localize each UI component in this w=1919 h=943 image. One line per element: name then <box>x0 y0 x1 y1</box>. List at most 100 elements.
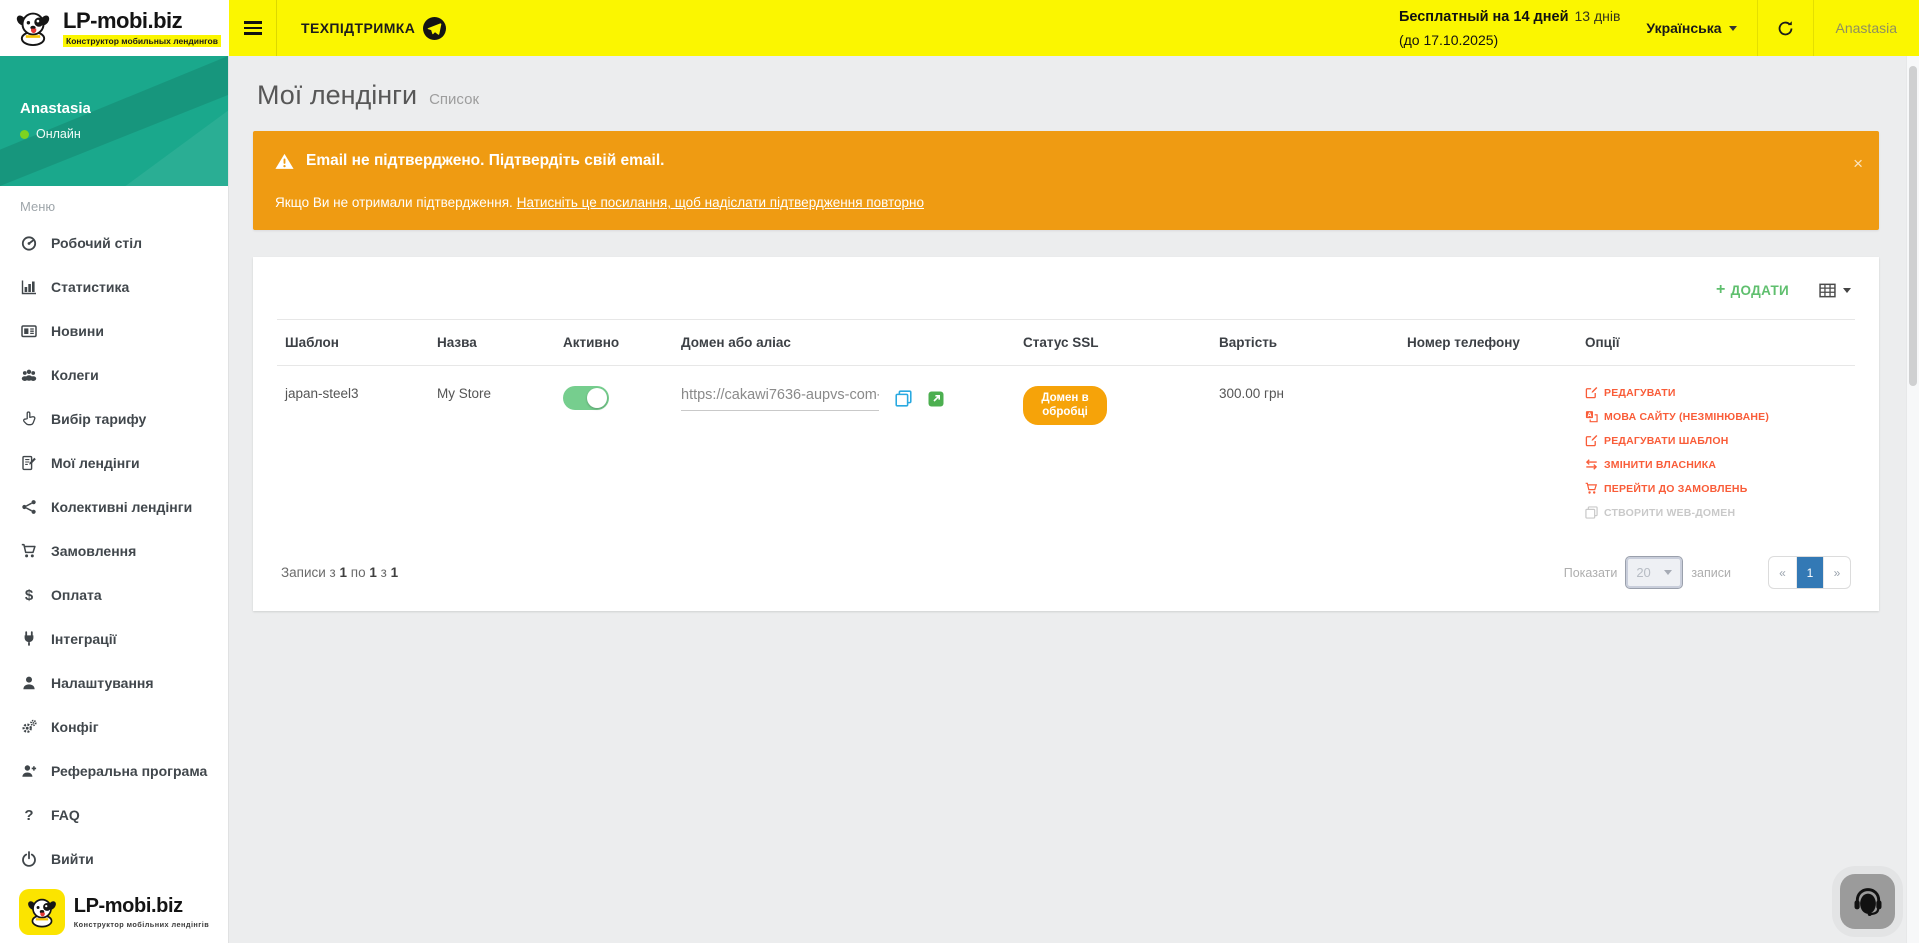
edit-icon <box>1585 434 1598 447</box>
col-ssl-status: Статус SSL <box>1015 320 1211 366</box>
page-size-select[interactable]: 20 <box>1626 557 1682 588</box>
add-landing-button[interactable]: + ДОДАТИ <box>1716 281 1789 299</box>
share-icon <box>20 499 38 515</box>
header-yellow-bar: ТЕХПІДТРИМКА Бесплатный на 14 дней13 дні… <box>229 0 1919 56</box>
sidebar-item-settings[interactable]: Налаштування <box>0 661 228 705</box>
sidebar-item-news[interactable]: Новини <box>0 309 228 353</box>
option-go-to-orders[interactable]: ПЕРЕЙТИ ДО ЗАМОВЛЕНЬ <box>1585 482 1847 495</box>
cell-phone <box>1399 366 1577 541</box>
sidebar-item-integrations[interactable]: Інтеграції <box>0 617 228 661</box>
sidebar-item-label: Мої лендінги <box>51 455 140 471</box>
gears-icon <box>20 719 38 735</box>
brand-texts: LP-mobi.biz Конструктор мобильных лендин… <box>63 10 221 47</box>
ssl-status-badge: Домен в обробці <box>1023 386 1107 425</box>
sidebar-item-faq[interactable]: ? FAQ <box>0 793 228 837</box>
copy-domain-button[interactable] <box>895 390 912 407</box>
support-chat-button[interactable] <box>1840 874 1895 929</box>
columns-visibility-dropdown[interactable] <box>1819 282 1851 299</box>
chevron-down-icon <box>1729 26 1737 31</box>
prev-page-button[interactable]: « <box>1769 557 1796 588</box>
open-landing-button[interactable] <box>928 391 944 407</box>
sidebar-item-payment[interactable]: $ Оплата <box>0 573 228 617</box>
power-icon <box>20 851 38 867</box>
edit-icon <box>1585 386 1598 399</box>
sidebar-item-label: FAQ <box>51 807 80 823</box>
sidebar-item-logout[interactable]: Вийти <box>0 837 228 881</box>
sidebar-item-referral[interactable]: Реферальна програма <box>0 749 228 793</box>
option-edit-template[interactable]: РЕДАГУВАТИ ШАБЛОН <box>1585 434 1847 447</box>
online-status-label: Онлайн <box>36 127 81 141</box>
chevron-down-icon <box>1664 570 1672 575</box>
sidebar-item-colleagues[interactable]: Колеги <box>0 353 228 397</box>
language-label: Українська <box>1646 20 1721 36</box>
external-link-icon <box>928 391 944 407</box>
plug-icon <box>20 631 38 647</box>
tech-support-button[interactable]: ТЕХПІДТРИМКА <box>301 17 446 40</box>
chevron-down-icon <box>1843 288 1851 293</box>
sidebar-item-label: Колективні лендінги <box>51 499 192 515</box>
refresh-button[interactable] <box>1777 20 1794 37</box>
transfer-icon <box>1585 458 1598 471</box>
copy-icon <box>895 390 912 407</box>
sidebar-item-dashboard[interactable]: Робочий стіл <box>0 221 228 265</box>
hamburger-icon <box>244 21 262 24</box>
cell-name: My Store <box>429 366 555 541</box>
scrollbar-thumb[interactable] <box>1909 66 1917 386</box>
user-profile-panel: Anastasia Онлайн <box>0 56 228 186</box>
online-status-dot <box>20 130 29 139</box>
table-row: japan-steel3 My Store <box>277 366 1855 541</box>
sidebar-item-orders[interactable]: Замовлення <box>0 529 228 573</box>
warning-icon <box>275 153 294 170</box>
colleagues-icon <box>20 367 38 383</box>
vertical-scrollbar[interactable] <box>1906 56 1919 943</box>
active-toggle[interactable] <box>563 386 609 410</box>
cart-icon <box>20 543 38 559</box>
app-window: LP-mobi.biz Конструктор мобильных лендин… <box>0 0 1919 943</box>
cell-price: 300.00 грн <box>1211 366 1399 541</box>
user-plus-icon <box>20 763 38 779</box>
domain-input[interactable] <box>681 386 879 411</box>
alert-message: Якщо Ви не отримали підтвердження. <box>275 195 513 210</box>
sidebar-item-label: Вийти <box>51 851 94 867</box>
close-icon[interactable]: × <box>1853 155 1863 172</box>
tech-support-label: ТЕХПІДТРИМКА <box>301 20 415 36</box>
sidebar-item-label: Налаштування <box>51 675 154 691</box>
sidebar-item-label: Статистика <box>51 279 129 295</box>
sidebar-item-label: Колеги <box>51 367 99 383</box>
dog-badge-icon <box>19 889 65 935</box>
stats-icon <box>20 279 38 295</box>
sidebar-item-label: Конфіг <box>51 719 99 735</box>
brand-title: LP-mobi.biz <box>63 10 221 32</box>
sidebar-item-label: Замовлення <box>51 543 136 559</box>
sidebar-item-config[interactable]: Конфіг <box>0 705 228 749</box>
resend-confirmation-link[interactable]: Натисніть це посилання, щоб надіслати пі… <box>517 195 924 210</box>
language-icon <box>1585 410 1598 423</box>
header-username[interactable]: Anastasia <box>1814 20 1919 36</box>
brand-subtitle: Конструктор мобильных лендингов <box>63 35 221 47</box>
dashboard-icon <box>20 235 38 251</box>
alert-title: Email не підтверджено. Підтвердіть свій … <box>306 152 664 170</box>
sidebar-item-collective-landings[interactable]: Колективні лендінги <box>0 485 228 529</box>
next-page-button[interactable]: » <box>1823 557 1850 588</box>
page-1-button[interactable]: 1 <box>1796 557 1823 588</box>
language-selector[interactable]: Українська <box>1646 20 1736 36</box>
option-edit[interactable]: РЕДАГУВАТИ <box>1585 386 1847 399</box>
show-label: Показати <box>1564 566 1618 580</box>
trial-days-left: 13 днів <box>1574 8 1620 24</box>
sidebar-item-tariff[interactable]: Вибір тарифу <box>0 397 228 441</box>
records-info: Записи з 1 по 1 з 1 <box>281 565 398 580</box>
cell-template: japan-steel3 <box>277 366 429 541</box>
hand-pointer-icon <box>20 411 38 427</box>
sidebar-item-my-landings[interactable]: Мої лендінги <box>0 441 228 485</box>
question-icon: ? <box>20 807 38 824</box>
sidebar-item-label: Вибір тарифу <box>51 411 146 427</box>
option-change-owner[interactable]: ЗМІНИТИ ВЛАСНИКА <box>1585 458 1847 471</box>
brand-logo[interactable]: LP-mobi.biz Конструктор мобильных лендин… <box>0 0 229 56</box>
profile-name: Anastasia <box>20 100 228 117</box>
main-content: Мої лендінги Список Email не підтверджен… <box>229 56 1919 943</box>
trial-info: Бесплатный на 14 дней13 днів (до 17.10.2… <box>1399 5 1620 51</box>
option-site-language[interactable]: МОВА САЙТУ (НЕЗМІНЮВАНЕ) <box>1585 410 1847 423</box>
sidebar-item-statistics[interactable]: Статистика <box>0 265 228 309</box>
sidebar-toggle-button[interactable] <box>229 0 277 56</box>
option-create-web-domain: СТВОРИТИ WEB-ДОМЕН <box>1585 506 1847 519</box>
